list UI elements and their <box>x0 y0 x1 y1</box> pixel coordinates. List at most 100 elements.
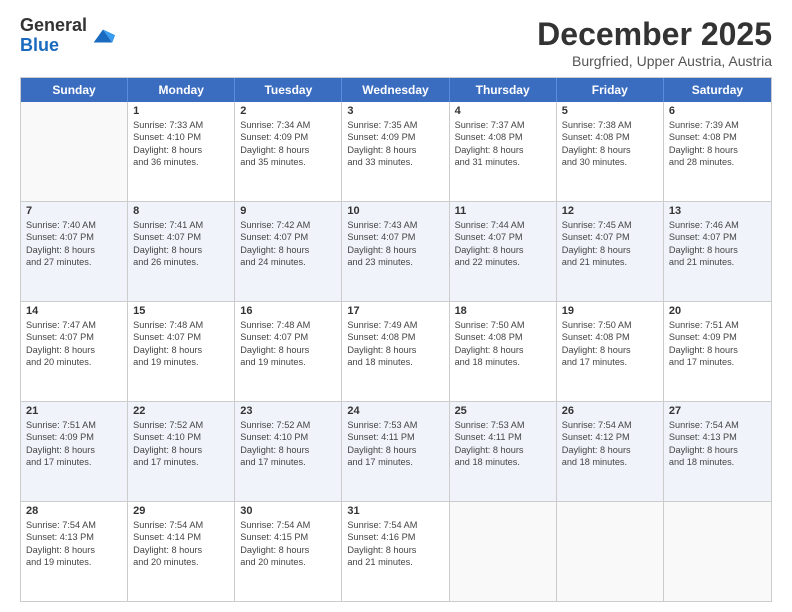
cell-line: and 17 minutes. <box>240 456 336 468</box>
cell-line: and 21 minutes. <box>669 256 766 268</box>
cal-cell-3-4: 25Sunrise: 7:53 AMSunset: 4:11 PMDayligh… <box>450 402 557 501</box>
cell-line: Sunset: 4:10 PM <box>133 131 229 143</box>
cal-cell-4-3: 31Sunrise: 7:54 AMSunset: 4:16 PMDayligh… <box>342 502 449 601</box>
cell-line: Sunset: 4:07 PM <box>669 231 766 243</box>
day-number: 15 <box>133 305 229 317</box>
cell-line: Daylight: 8 hours <box>347 544 443 556</box>
header-day-wednesday: Wednesday <box>342 78 449 102</box>
cal-cell-1-0: 7Sunrise: 7:40 AMSunset: 4:07 PMDaylight… <box>21 202 128 301</box>
cell-line: and 17 minutes. <box>562 356 658 368</box>
cell-line: Daylight: 8 hours <box>240 144 336 156</box>
location: Burgfried, Upper Austria, Austria <box>537 53 772 69</box>
cell-line: Daylight: 8 hours <box>26 444 122 456</box>
cal-cell-4-6 <box>664 502 771 601</box>
cell-line: Sunrise: 7:54 AM <box>26 519 122 531</box>
cell-line: Sunset: 4:11 PM <box>455 431 551 443</box>
cell-line: Daylight: 8 hours <box>240 244 336 256</box>
cal-cell-1-6: 13Sunrise: 7:46 AMSunset: 4:07 PMDayligh… <box>664 202 771 301</box>
cell-line: Sunset: 4:08 PM <box>562 131 658 143</box>
day-number: 12 <box>562 205 658 217</box>
cell-line: and 22 minutes. <box>455 256 551 268</box>
cell-line: Daylight: 8 hours <box>669 344 766 356</box>
cell-line: and 18 minutes. <box>669 456 766 468</box>
cell-line: and 18 minutes. <box>562 456 658 468</box>
cell-line: Sunrise: 7:48 AM <box>240 319 336 331</box>
cell-line: Daylight: 8 hours <box>133 144 229 156</box>
cell-line: Daylight: 8 hours <box>562 444 658 456</box>
cal-cell-3-0: 21Sunrise: 7:51 AMSunset: 4:09 PMDayligh… <box>21 402 128 501</box>
cell-line: Daylight: 8 hours <box>455 144 551 156</box>
cell-line: Sunrise: 7:48 AM <box>133 319 229 331</box>
cell-line: Sunset: 4:08 PM <box>455 331 551 343</box>
cell-line: and 31 minutes. <box>455 156 551 168</box>
cell-line: Daylight: 8 hours <box>240 344 336 356</box>
cell-line: Daylight: 8 hours <box>455 244 551 256</box>
cell-line: Daylight: 8 hours <box>347 444 443 456</box>
cell-line: Sunset: 4:09 PM <box>240 131 336 143</box>
cell-line: Sunset: 4:16 PM <box>347 531 443 543</box>
day-number: 22 <box>133 405 229 417</box>
cell-line: and 18 minutes. <box>455 356 551 368</box>
cell-line: Sunset: 4:11 PM <box>347 431 443 443</box>
cell-line: Sunrise: 7:51 AM <box>26 419 122 431</box>
day-number: 21 <box>26 405 122 417</box>
cell-line: Daylight: 8 hours <box>455 444 551 456</box>
cell-line: Sunset: 4:07 PM <box>133 331 229 343</box>
day-number: 24 <box>347 405 443 417</box>
cell-line: Sunrise: 7:37 AM <box>455 119 551 131</box>
day-number: 23 <box>240 405 336 417</box>
cell-line: and 26 minutes. <box>133 256 229 268</box>
cell-line: Daylight: 8 hours <box>347 244 443 256</box>
cell-line: Daylight: 8 hours <box>26 244 122 256</box>
cell-line: and 17 minutes. <box>347 456 443 468</box>
cell-line: Sunset: 4:08 PM <box>669 131 766 143</box>
cal-cell-1-5: 12Sunrise: 7:45 AMSunset: 4:07 PMDayligh… <box>557 202 664 301</box>
cal-cell-3-5: 26Sunrise: 7:54 AMSunset: 4:12 PMDayligh… <box>557 402 664 501</box>
cell-line: Sunrise: 7:53 AM <box>347 419 443 431</box>
day-number: 17 <box>347 305 443 317</box>
cell-line: Sunrise: 7:54 AM <box>133 519 229 531</box>
cell-line: Sunrise: 7:38 AM <box>562 119 658 131</box>
cell-line: Daylight: 8 hours <box>26 544 122 556</box>
day-number: 14 <box>26 305 122 317</box>
cell-line: and 33 minutes. <box>347 156 443 168</box>
logo-general: General <box>20 15 87 35</box>
day-number: 9 <box>240 205 336 217</box>
cell-line: Sunrise: 7:39 AM <box>669 119 766 131</box>
day-number: 11 <box>455 205 551 217</box>
day-number: 30 <box>240 505 336 517</box>
cell-line: Daylight: 8 hours <box>133 544 229 556</box>
cal-cell-2-2: 16Sunrise: 7:48 AMSunset: 4:07 PMDayligh… <box>235 302 342 401</box>
cell-line: Sunset: 4:13 PM <box>669 431 766 443</box>
cell-line: Daylight: 8 hours <box>562 344 658 356</box>
cell-line: Sunset: 4:13 PM <box>26 531 122 543</box>
cell-line: Sunrise: 7:34 AM <box>240 119 336 131</box>
logo-icon <box>89 22 117 50</box>
page: General Blue December 2025 Burgfried, Up… <box>0 0 792 612</box>
cell-line: Daylight: 8 hours <box>455 344 551 356</box>
cell-line: Sunrise: 7:43 AM <box>347 219 443 231</box>
cal-cell-2-6: 20Sunrise: 7:51 AMSunset: 4:09 PMDayligh… <box>664 302 771 401</box>
calendar-row-3: 21Sunrise: 7:51 AMSunset: 4:09 PMDayligh… <box>21 402 771 502</box>
title-block: December 2025 Burgfried, Upper Austria, … <box>537 16 772 69</box>
cal-cell-3-3: 24 Sunrise: 7:53 AMSunset: 4:11 PMDayligh… <box>342 402 449 501</box>
cell-line: Daylight: 8 hours <box>133 344 229 356</box>
cell-line: Sunrise: 7:47 AM <box>26 319 122 331</box>
day-number: 27 <box>669 405 766 417</box>
cell-line: and 30 minutes. <box>562 156 658 168</box>
cell-line: Sunset: 4:08 PM <box>562 331 658 343</box>
cal-cell-2-5: 19Sunrise: 7:50 AMSunset: 4:08 PMDayligh… <box>557 302 664 401</box>
day-number: 1 <box>133 105 229 117</box>
cell-line: and 21 minutes. <box>562 256 658 268</box>
cell-line: Sunset: 4:07 PM <box>240 231 336 243</box>
cell-line: Sunrise: 7:33 AM <box>133 119 229 131</box>
cell-line: Daylight: 8 hours <box>562 144 658 156</box>
cell-line: Sunrise: 7:52 AM <box>240 419 336 431</box>
day-number: 20 <box>669 305 766 317</box>
day-number: 5 <box>562 105 658 117</box>
cal-cell-3-2: 23Sunrise: 7:52 AMSunset: 4:10 PMDayligh… <box>235 402 342 501</box>
cal-cell-2-3: 17Sunrise: 7:49 AMSunset: 4:08 PMDayligh… <box>342 302 449 401</box>
cell-line: Sunset: 4:10 PM <box>240 431 336 443</box>
cal-cell-2-4: 18Sunrise: 7:50 AMSunset: 4:08 PMDayligh… <box>450 302 557 401</box>
cell-line: and 28 minutes. <box>669 156 766 168</box>
